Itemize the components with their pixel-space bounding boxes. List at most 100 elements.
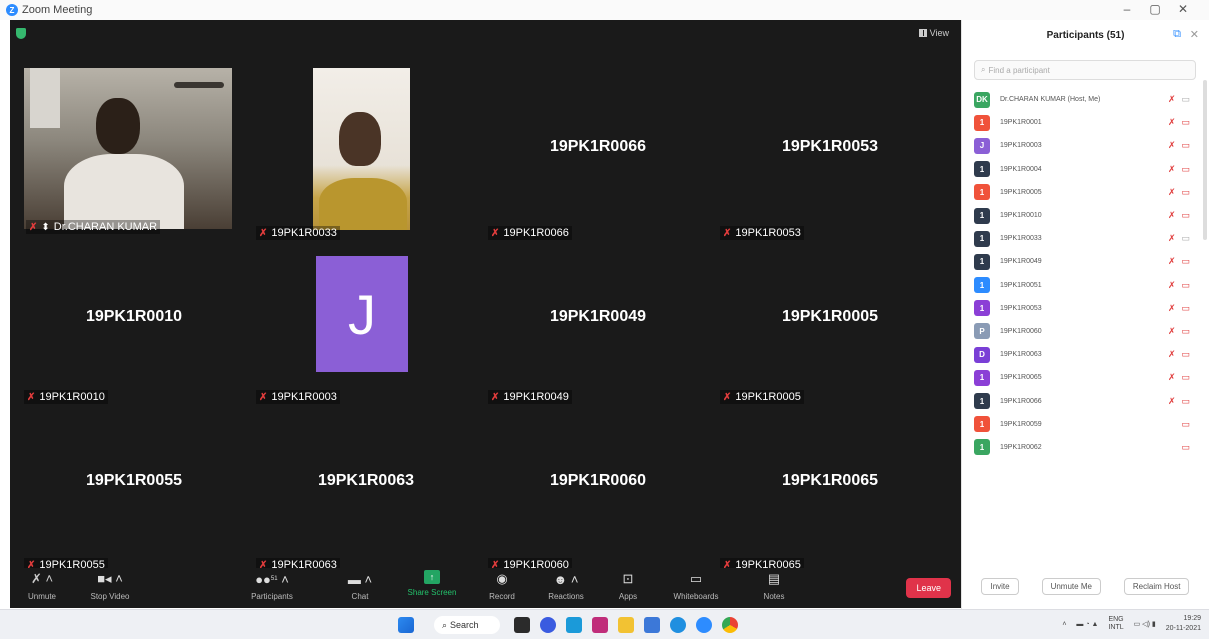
video-camera-icon[interactable]: ▭ [1181,94,1190,105]
apps-button[interactable]: ⊡ Apps [598,570,658,601]
security-shield-icon[interactable] [16,28,26,39]
chrome-icon[interactable] [722,617,738,633]
muted-mic-icon[interactable]: ✗ [1168,280,1176,291]
minimize-button[interactable]: – [1117,2,1137,16]
participant-row[interactable]: 1 19PK1R0066 ✗ ▭ [974,389,1196,412]
participant-status: ✗ ▭ [1168,233,1190,244]
muted-mic-icon[interactable]: ✗ [1168,210,1176,221]
maximize-button[interactable]: ▢ [1145,2,1165,16]
reactions-button[interactable]: ☻ ˄ Reactions [536,570,596,602]
participant-row[interactable]: J 19PK1R0003 ✗ ▭ [974,134,1196,157]
reclaim-host-button[interactable]: Reclaim Host [1123,578,1190,595]
muted-mic-icon[interactable]: ✗ [1168,187,1176,198]
video-camera-icon[interactable]: ▭ [1181,140,1190,151]
muted-mic-icon[interactable]: ✗ [1168,233,1176,244]
record-button[interactable]: ◉ Record [472,570,532,601]
zoom-taskbar-icon[interactable] [696,617,712,633]
view-button[interactable]: View [918,28,949,38]
network-volume-battery-icon[interactable]: ▭ ◁) ▮ [1134,620,1156,628]
edge-icon[interactable] [670,617,686,633]
video-tile[interactable]: 19PK1R0049 ✗ 19PK1R0049 [482,238,714,406]
video-tile[interactable]: 19PK1R0066 ✗ 19PK1R0066 [482,68,714,240]
video-tile[interactable]: ✗ ⬍ Dr.CHARAN KUMAR [18,68,240,234]
muted-mic-icon[interactable]: ✗ [1168,140,1176,151]
video-tile[interactable]: 19PK1R0005 ✗ 19PK1R0005 [714,238,946,406]
participant-row[interactable]: 1 19PK1R0001 ✗ ▭ [974,111,1196,134]
language-indicator[interactable]: ENG INTL [1108,616,1123,632]
chat-button[interactable]: ▬ ˄ Chat [330,570,390,602]
muted-mic-icon[interactable]: ✗ [1168,164,1176,175]
participant-row[interactable]: 1 19PK1R0004 ✗ ▭ [974,158,1196,181]
video-camera-icon[interactable]: ▭ [1181,372,1190,383]
video-camera-icon[interactable]: ▭ [1181,349,1190,360]
video-camera-icon[interactable]: ▭ [1181,303,1190,314]
task-view-icon[interactable] [514,617,530,633]
video-tile[interactable]: ✗ 19PK1R0033 [250,68,482,240]
participant-search-input[interactable]: ⌕ Find a participant [974,60,1196,80]
participant-row[interactable]: 1 19PK1R0033 ✗ ▭ [974,227,1196,250]
muted-mic-icon[interactable]: ✗ [1168,256,1176,267]
tray-apps-icon[interactable]: ▬ ◔ ▲ [1076,621,1098,628]
muted-mic-icon[interactable]: ✗ [1168,349,1176,360]
participant-status: ✗ ▭ [1168,326,1190,337]
video-tile[interactable]: 19PK1R0063 ✗ 19PK1R0063 [250,404,482,572]
participant-row[interactable]: 1 19PK1R0049 ✗ ▭ [974,250,1196,273]
video-tile[interactable]: 19PK1R0065 ✗ 19PK1R0065 [714,404,946,572]
participant-row[interactable]: 1 19PK1R0010 ✗ ▭ [974,204,1196,227]
video-camera-icon[interactable]: ▭ [1181,280,1190,291]
video-camera-icon[interactable]: ▭ [1181,396,1190,407]
panel-scrollbar[interactable] [1203,80,1207,240]
taskbar-search[interactable]: ⌕ Search [434,616,500,634]
chat-app-icon[interactable] [540,617,556,633]
participant-row[interactable]: P 19PK1R0060 ✗ ▭ [974,320,1196,343]
video-camera-icon[interactable]: ▭ [1181,164,1190,175]
tile-center-name: 19PK1R0065 [781,472,879,489]
video-camera-icon[interactable]: ▭ [1181,442,1190,453]
participants-button[interactable]: ●● 51 ˄ Participants [242,570,302,602]
participant-row[interactable]: DK Dr.CHARAN KUMAR (Host, Me) ✗ ▭ [974,88,1196,111]
windows-start-icon[interactable] [398,617,414,633]
participant-row[interactable]: 1 19PK1R0005 ✗ ▭ [974,181,1196,204]
close-panel-icon[interactable]: ✕ [1190,28,1199,41]
video-tile[interactable]: 19PK1R0055 ✗ 19PK1R0055 [18,404,250,572]
close-button[interactable]: ✕ [1173,2,1193,16]
participant-row[interactable]: 1 19PK1R0051 ✗ ▭ [974,274,1196,297]
video-tile[interactable]: 19PK1R0053 ✗ 19PK1R0053 [714,68,946,240]
file-explorer-icon[interactable] [618,617,634,633]
unmute-me-button[interactable]: Unmute Me [1041,578,1101,595]
video-camera-icon[interactable]: ▭ [1181,419,1190,430]
muted-mic-icon[interactable]: ✗ [1168,94,1176,105]
video-camera-icon[interactable]: ▭ [1181,233,1190,244]
participant-row[interactable]: 1 19PK1R0062 ▭ [974,436,1196,459]
whiteboards-button[interactable]: ▭ Whiteboards [666,570,726,601]
store-icon[interactable] [644,617,660,633]
video-tile[interactable]: 19PK1R0060 ✗ 19PK1R0060 [482,404,714,572]
stop-video-button[interactable]: ■◂ ˄ Stop Video [80,570,140,601]
tray-chevron-icon[interactable]: ˄ [1062,621,1066,628]
muted-mic-icon[interactable]: ✗ [1168,303,1176,314]
participant-row[interactable]: 1 19PK1R0065 ✗ ▭ [974,366,1196,389]
leave-button[interactable]: Leave [906,578,951,598]
clock[interactable]: 19:29 20-11-2021 [1166,614,1201,634]
muted-mic-icon[interactable]: ✗ [1168,372,1176,383]
video-camera-icon[interactable]: ▭ [1181,117,1190,128]
unmute-button[interactable]: ✗ ˄ Unmute [12,570,72,601]
share-screen-button[interactable]: ↑ Share Screen [402,570,462,597]
video-tile[interactable]: J ✗ 19PK1R0003 [250,238,482,406]
muted-mic-icon[interactable]: ✗ [1168,117,1176,128]
participant-row[interactable]: 1 19PK1R0053 ✗ ▭ [974,297,1196,320]
video-camera-icon[interactable]: ▭ [1181,326,1190,337]
video-tile[interactable]: 19PK1R0010 ✗ 19PK1R0010 [18,238,250,406]
invite-button[interactable]: Invite [981,578,1019,595]
teams-icon[interactable] [566,617,582,633]
participant-row[interactable]: D 19PK1R0063 ✗ ▭ [974,343,1196,366]
video-camera-icon[interactable]: ▭ [1181,187,1190,198]
photos-icon[interactable] [592,617,608,633]
notes-button[interactable]: ▤ Notes [744,570,804,601]
video-camera-icon[interactable]: ▭ [1181,256,1190,267]
video-camera-icon[interactable]: ▭ [1181,210,1190,221]
muted-mic-icon[interactable]: ✗ [1168,396,1176,407]
muted-mic-icon[interactable]: ✗ [1168,326,1176,337]
participant-row[interactable]: 1 19PK1R0059 ▭ [974,413,1196,436]
popout-icon[interactable]: ⧉ [1173,28,1181,41]
